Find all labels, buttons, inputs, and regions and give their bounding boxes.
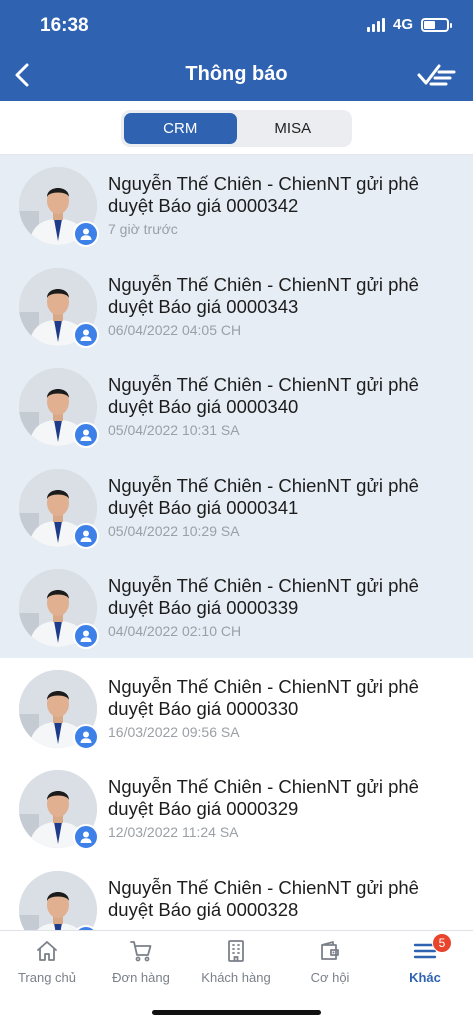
notification-content: Nguyễn Thế Chiên - ChienNT gửi phê duyệt… bbox=[108, 475, 463, 539]
notification-content: Nguyễn Thế Chiên - ChienNT gửi phê duyệt… bbox=[108, 575, 463, 639]
notification-title: Nguyễn Thế Chiên - ChienNT gửi phê duyệt… bbox=[108, 675, 419, 719]
tab-customers[interactable]: Khách hàng bbox=[189, 931, 283, 995]
status-time: 16:38 bbox=[40, 15, 89, 36]
notification-title: Nguyễn Thế Chiên - ChienNT gửi phê duyệt… bbox=[108, 575, 419, 618]
bottom-tab-bar: Trang chủ Đơn hàng Khách hàng Cơ hội 5 K… bbox=[0, 930, 473, 1024]
building-icon bbox=[228, 940, 244, 962]
notification-time: 7 giờ trước bbox=[108, 221, 178, 237]
tab-orders[interactable]: Đơn hàng bbox=[94, 931, 188, 995]
user-icon bbox=[80, 530, 92, 542]
user-badge bbox=[73, 522, 99, 549]
home-icon bbox=[37, 941, 57, 961]
notification-content: Nguyễn Thế Chiên - ChienNT gửi phê duyệt… bbox=[108, 274, 463, 338]
segment-misa[interactable]: MISA bbox=[237, 113, 350, 144]
notification-title: Nguyễn Thế Chiên - ChienNT gửi phê duyệt… bbox=[108, 474, 419, 518]
notification-time: 05/04/2022 10:31 SA bbox=[108, 422, 240, 438]
wallet-icon bbox=[321, 941, 339, 960]
notification-title: Nguyễn Thế Chiên - ChienNT gửi phê duyệt… bbox=[108, 776, 419, 819]
user-badge bbox=[73, 221, 99, 247]
page-title: Thông báo bbox=[185, 63, 288, 85]
user-badge bbox=[73, 723, 99, 750]
notification-time: 12/03/2022 11:24 SA bbox=[108, 824, 239, 840]
segment-bar: CRM MISA bbox=[0, 101, 473, 155]
user-icon bbox=[80, 630, 92, 642]
tab-label: Trang chủ bbox=[17, 970, 77, 985]
mark-all-read-button[interactable] bbox=[417, 62, 457, 88]
notification-item[interactable]: Nguyễn Thế Chiên - ChienNT gửi phê duyệt… bbox=[0, 758, 473, 859]
battery-icon bbox=[421, 17, 452, 32]
segment-crm[interactable]: CRM bbox=[124, 113, 237, 144]
avatar bbox=[19, 870, 97, 930]
notification-title: Nguyễn Thế Chiên - ChienNT gửi phê duyệt… bbox=[108, 374, 419, 417]
back-button[interactable] bbox=[10, 60, 36, 90]
tab-home[interactable]: Trang chủ bbox=[0, 931, 94, 995]
user-icon bbox=[80, 329, 92, 341]
tab-opportunities[interactable]: Cơ hội bbox=[283, 931, 377, 995]
user-badge bbox=[73, 824, 99, 850]
user-icon bbox=[80, 429, 92, 441]
segmented-control: CRM MISA bbox=[121, 110, 352, 147]
chevron-left-icon bbox=[15, 63, 29, 87]
tab-label: Cơ hội bbox=[310, 970, 350, 985]
user-badge bbox=[73, 623, 99, 649]
tab-label: Đơn hàng bbox=[112, 970, 170, 985]
network-type: 4G bbox=[392, 16, 413, 33]
notification-list[interactable]: Nguyễn Thế Chiên - ChienNT gửi phê duyệt… bbox=[0, 155, 473, 930]
notification-title: Nguyễn Thế Chiên - ChienNT gửi phê duyệt… bbox=[108, 173, 419, 216]
tab-more[interactable]: 5 Khác bbox=[378, 931, 472, 995]
user-icon bbox=[80, 228, 92, 240]
notification-item[interactable]: Nguyễn Thế Chiên - ChienNT gửi phê duyệt… bbox=[0, 859, 473, 930]
notification-count-badge: 5 bbox=[432, 933, 452, 953]
notification-time: 16/03/2022 09:56 SA bbox=[108, 723, 240, 740]
notification-content: Nguyễn Thế Chiên - ChienNT gửi phê duyệt… bbox=[108, 374, 463, 438]
notification-content: Nguyễn Thế Chiên - ChienNT gửi phê duyệt… bbox=[108, 676, 463, 740]
tab-label: Khác bbox=[409, 970, 441, 985]
notification-time: 05/04/2022 10:29 SA bbox=[108, 522, 240, 539]
status-indicators: 4G bbox=[366, 16, 452, 33]
notification-title: Nguyễn Thế Chiên - ChienNT gửi phê duyệt… bbox=[108, 273, 419, 317]
home-indicator bbox=[152, 1010, 321, 1015]
notification-item[interactable]: Nguyễn Thế Chiên - ChienNT gửi phê duyệt… bbox=[0, 557, 473, 658]
user-badge bbox=[73, 321, 99, 348]
user-badge bbox=[73, 422, 99, 448]
notification-content: Nguyễn Thế Chiên - ChienNT gửi phê duyệt… bbox=[108, 877, 463, 925]
notification-item[interactable]: Nguyễn Thế Chiên - ChienNT gửi phê duyệt… bbox=[0, 356, 473, 457]
battery-level bbox=[424, 20, 435, 29]
cart-icon bbox=[130, 941, 152, 962]
mark-all-read-icon bbox=[417, 64, 456, 86]
signal-icon bbox=[366, 17, 385, 32]
notification-item[interactable]: Nguyễn Thế Chiên - ChienNT gửi phê duyệt… bbox=[0, 658, 473, 759]
notification-time: 06/04/2022 04:05 CH bbox=[108, 321, 242, 338]
notification-title: Nguyễn Thế Chiên - ChienNT gửi phê duyệt… bbox=[108, 876, 419, 920]
notification-content: Nguyễn Thế Chiên - ChienNT gửi phê duyệt… bbox=[108, 776, 463, 840]
user-icon bbox=[80, 831, 92, 843]
app-header: 16:38 4G Thông báo bbox=[0, 0, 473, 101]
notification-item[interactable]: Nguyễn Thế Chiên - ChienNT gửi phê duyệt… bbox=[0, 155, 473, 256]
tab-label: Khách hàng bbox=[201, 970, 271, 985]
notification-time: 04/04/2022 02:10 CH bbox=[108, 623, 242, 639]
notification-item[interactable]: Nguyễn Thế Chiên - ChienNT gửi phê duyệt… bbox=[0, 255, 473, 356]
notification-item[interactable]: Nguyễn Thế Chiên - ChienNT gửi phê duyệt… bbox=[0, 456, 473, 557]
notification-content: Nguyễn Thế Chiên - ChienNT gửi phê duyệt… bbox=[108, 173, 463, 237]
user-icon bbox=[80, 731, 92, 743]
